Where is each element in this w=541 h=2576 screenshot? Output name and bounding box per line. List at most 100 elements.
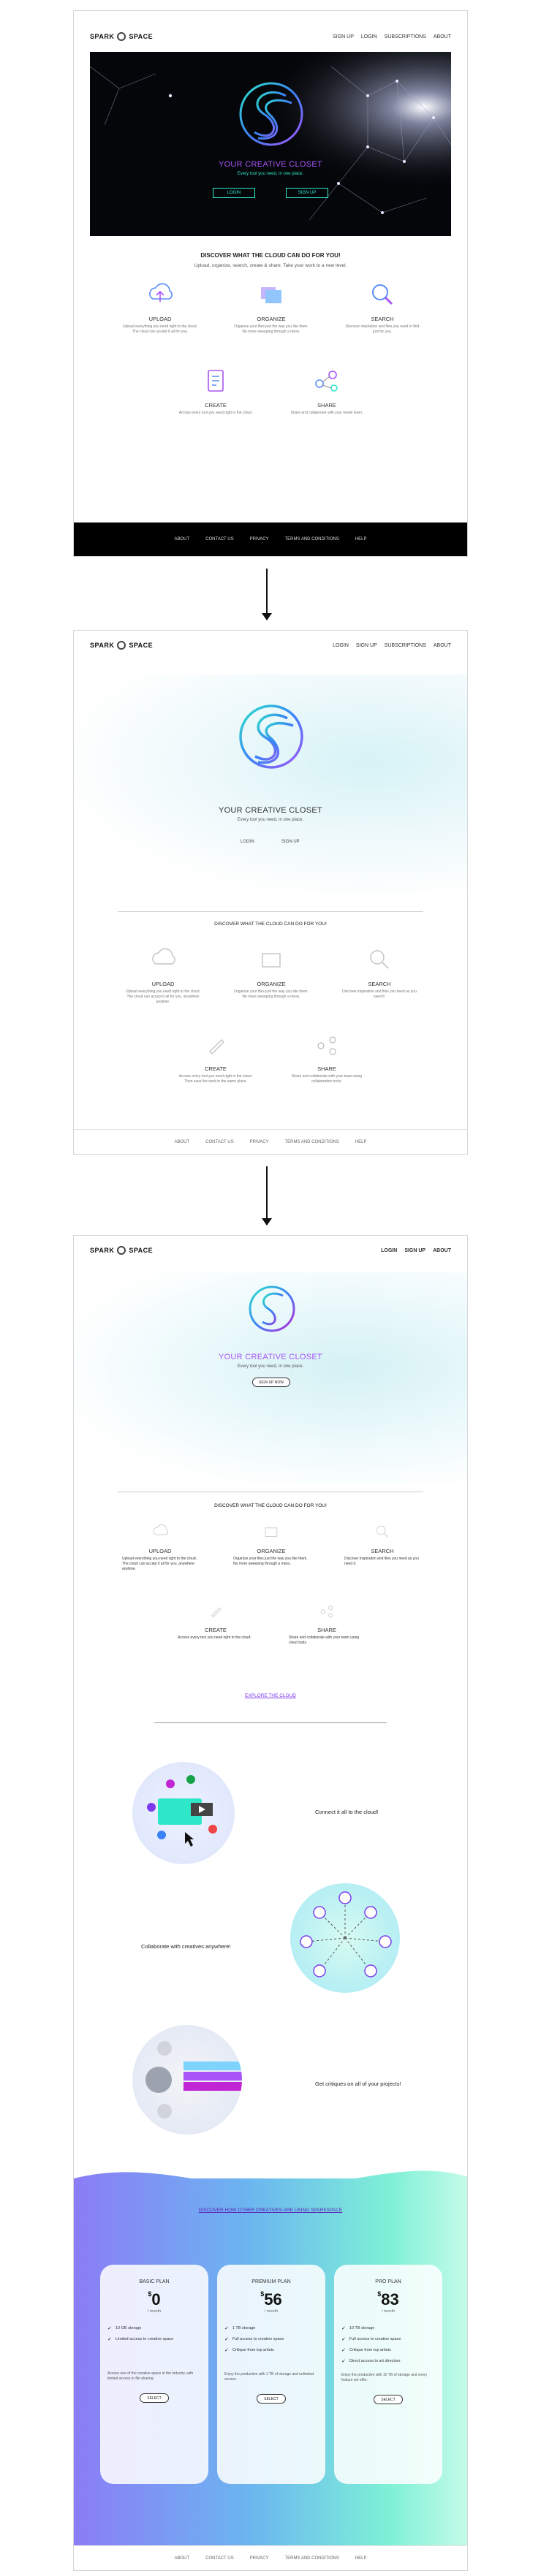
footer-about[interactable]: ABOUT (174, 2556, 189, 2561)
folders-icon (265, 1527, 278, 1537)
mockup-version-1: SPARK SPACE SIGN UP LOGIN SUBSCRIPTIONS … (73, 10, 468, 557)
footer-contact[interactable]: CONTACT US (205, 1140, 233, 1144)
feature-search[interactable]: SEARCH Discover inspiration and files yo… (341, 945, 417, 1000)
feature-create[interactable]: CREATE Access every tool you need right … (178, 1030, 254, 1084)
feature-share[interactable]: SHARE Share and collaborate with your te… (289, 1030, 365, 1084)
login-button[interactable]: LOGIN (213, 188, 255, 198)
footer-privacy[interactable]: PRIVACY (250, 1140, 269, 1144)
feature-create[interactable]: CREATE Access every tool you need right … (178, 1601, 254, 1641)
footer-help[interactable]: HELP (355, 1140, 367, 1144)
brand-logo[interactable]: SPARK SPACE (90, 641, 153, 650)
feature-share[interactable]: SHARE Share and collaborate with your wh… (289, 366, 365, 416)
plan-price: 0 (151, 2290, 161, 2309)
footer-contact[interactable]: CONTACT US (205, 2556, 233, 2561)
check-icon: ✓ (224, 2326, 229, 2331)
feature-name: SHARE (317, 1065, 336, 1072)
select-premium-button[interactable]: SELECT (257, 2394, 286, 2404)
nav-about[interactable]: ABOUT (434, 34, 451, 39)
feature-name: CREATE (205, 1627, 227, 1633)
critique-illustration (132, 2025, 242, 2135)
feature-desc: Access every tool you need right in the … (178, 1635, 251, 1640)
network-background (90, 52, 451, 236)
section-subtitle: Upload, organize, search, create & share… (194, 263, 347, 268)
nav-login[interactable]: LOGIN (361, 34, 377, 39)
signup-button[interactable]: SIGN UP (281, 840, 300, 844)
nav-login[interactable]: LOGIN (381, 1248, 397, 1253)
feature-search[interactable]: SEARCH Discover inspiration and files yo… (344, 280, 420, 335)
nav-signup[interactable]: SIGN UP (356, 643, 377, 648)
feature-desc: Share and collaborate with your team usi… (289, 1635, 360, 1645)
feature-create[interactable]: CREATE Access every tool you need right … (178, 366, 254, 416)
plan-description: Enjoy the productive with 10 TB of stora… (341, 2373, 428, 2382)
feature-search[interactable]: SEARCH Discover inspiration and files yo… (344, 1522, 420, 1567)
nav-signup[interactable]: SIGN UP (333, 34, 354, 39)
discover-creatives-link[interactable]: DISCOVER HOW OTHER CREATIVES ARE USING S… (74, 2208, 467, 2213)
design-board: SPARK SPACE SIGN UP LOGIN SUBSCRIPTIONS … (0, 0, 541, 2576)
flow-arrow (262, 569, 272, 620)
plan-feature: ✓ Full access to creative space (224, 2337, 284, 2342)
footer-terms[interactable]: TERMS AND CONDITIONS (285, 2556, 339, 2561)
service-critique-text: Get critiques on all of your projects! (315, 2081, 401, 2087)
footer-help[interactable]: HELP (355, 2556, 367, 2561)
footer: ABOUT CONTACT US PRIVACY TERMS AND CONDI… (74, 1129, 467, 1154)
nav-subscriptions[interactable]: SUBSCRIPTIONS (385, 643, 426, 648)
nav-about[interactable]: ABOUT (433, 1248, 451, 1253)
plan-feature: ✓ 10 TB storage (341, 2326, 375, 2331)
logo-icon (117, 32, 126, 41)
devices-cloud-icon (147, 1775, 217, 1847)
logo-icon (117, 1246, 126, 1255)
footer-help[interactable]: HELP (355, 537, 367, 542)
feature-upload[interactable]: UPLOAD Upload everything you need right … (125, 945, 201, 1004)
nav-login[interactable]: LOGIN (333, 643, 349, 648)
feature-organize[interactable]: ORGANIZE Organize your files just the wa… (233, 280, 309, 335)
plan-feature: ✓ Full access to creative space (341, 2337, 401, 2342)
plan-feature: ✓ Critique from top artists (341, 2348, 391, 2353)
explore-cloud-link[interactable]: EXPLORE THE CLOUD (74, 1693, 467, 1698)
feature-desc: Upload everything you need right to the … (125, 989, 200, 1004)
feature-desc: Organize your files just the way you lik… (233, 1557, 308, 1566)
brand-right: SPACE (129, 642, 154, 649)
brand-s-icon (249, 1285, 295, 1332)
signup-now-button[interactable]: SIGN UP NOW (252, 1378, 290, 1387)
footer-terms[interactable]: TERMS AND CONDITIONS (285, 1140, 339, 1144)
feature-organize[interactable]: ORGANIZE Organize your files just the wa… (233, 1522, 309, 1567)
section-title: DISCOVER WHAT THE CLOUD CAN DO FOR YOU! (214, 1503, 327, 1508)
plan-name: PRO PLAN (375, 2279, 401, 2284)
footer: ABOUT CONTACT US PRIVACY TERMS AND CONDI… (74, 2545, 467, 2570)
select-pro-button[interactable]: SELECT (374, 2395, 403, 2404)
top-nav: SPARK SPACE LOGIN SIGN UP SUBSCRIPTIONS … (74, 631, 467, 660)
feature-name: SEARCH (371, 1548, 394, 1554)
cloud-upload-icon (152, 948, 175, 965)
section-title: DISCOVER WHAT THE CLOUD CAN DO FOR YOU! (214, 922, 327, 927)
folders-icon (261, 287, 281, 303)
feature-desc: Discover inspiration and files you need … (344, 1557, 419, 1566)
brand-logo[interactable]: SPARK SPACE (90, 32, 153, 41)
feature-share[interactable]: SHARE Share and collaborate with your te… (289, 1601, 365, 1646)
select-basic-button[interactable]: SELECT (140, 2393, 169, 2403)
login-button[interactable]: LOGIN (241, 840, 254, 844)
footer-about[interactable]: ABOUT (174, 1140, 189, 1144)
feature-upload[interactable]: UPLOAD Upload everything you need right … (122, 1522, 198, 1571)
feature-name: ORGANIZE (257, 981, 286, 987)
nav-subscriptions[interactable]: SUBSCRIPTIONS (385, 34, 426, 39)
nav-about[interactable]: ABOUT (434, 643, 451, 648)
check-icon: ✓ (107, 2337, 112, 2342)
footer-terms[interactable]: TERMS AND CONDITIONS (285, 537, 339, 542)
brand-logo[interactable]: SPARK SPACE (90, 1246, 153, 1255)
plan-feature: ✓ Limited access to creative space (107, 2337, 174, 2342)
feature-name: UPLOAD (148, 316, 172, 322)
signup-button[interactable]: SIGN UP (286, 188, 328, 198)
cloud-upload-icon (149, 283, 173, 302)
footer-about[interactable]: ABOUT (174, 537, 189, 542)
logo-icon (117, 641, 126, 650)
search-icon (370, 950, 389, 969)
footer-privacy[interactable]: PRIVACY (250, 537, 269, 542)
feature-organize[interactable]: ORGANIZE Organize your files just the wa… (233, 945, 309, 1000)
feature-name: CREATE (205, 1065, 227, 1072)
feature-upload[interactable]: UPLOAD Upload everything you need right … (122, 280, 198, 335)
footer-privacy[interactable]: PRIVACY (250, 2556, 269, 2561)
footer-contact[interactable]: CONTACT US (205, 537, 233, 542)
brand-right: SPACE (129, 33, 154, 40)
plan-description: Access one of the creative space in the … (107, 2371, 194, 2381)
nav-signup[interactable]: SIGN UP (404, 1248, 425, 1253)
